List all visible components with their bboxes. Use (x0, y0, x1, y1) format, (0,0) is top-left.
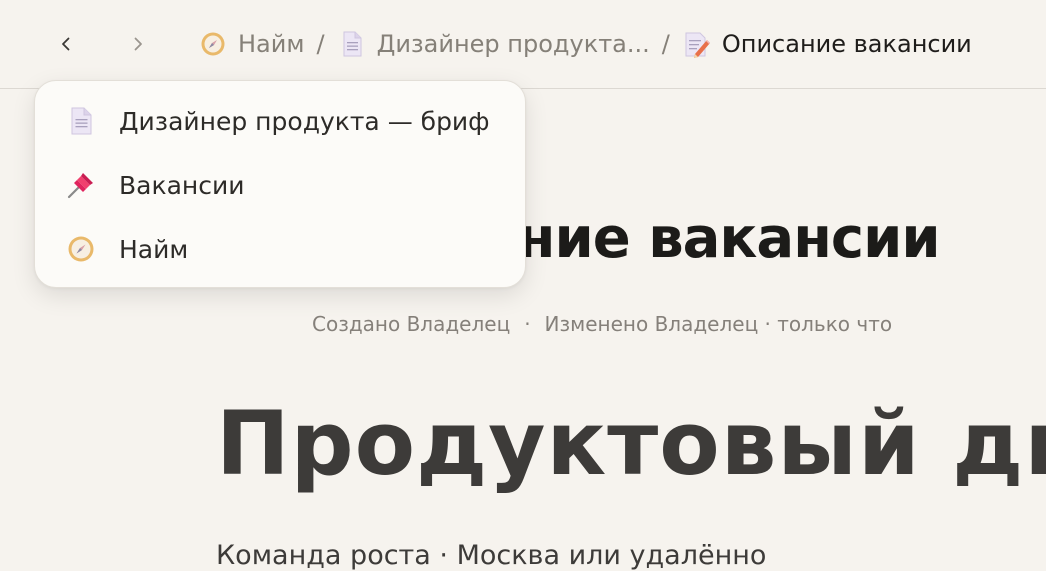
breadcrumb-separator: / (661, 30, 670, 58)
dropdown-item-hiring[interactable]: Найм (65, 229, 188, 269)
breadcrumb-dropdown-menu: Дизайнер продукта — бриф Вакансии Найм (34, 80, 526, 288)
meta-separator: · (524, 312, 531, 336)
top-bar: Найм / Дизайнер продукта... / Описание в… (0, 0, 1046, 89)
back-button[interactable] (48, 26, 84, 62)
meta-created: Создано Владелец (312, 312, 511, 336)
breadcrumb-separator: / (316, 30, 325, 58)
breadcrumb-item-hiring[interactable]: Найм (198, 29, 304, 59)
meta-modified: Изменено Владелец · только что (544, 312, 893, 336)
dropdown-item-label: Найм (119, 234, 189, 264)
dropdown-item-designer-brief[interactable]: Дизайнер продукта — бриф (65, 101, 490, 141)
chevron-left-icon (62, 37, 70, 51)
document-icon (337, 29, 367, 59)
breadcrumb-label: Найм (238, 30, 305, 58)
page-meta: Создано Владелец · Изменено Владелец · тол… (312, 312, 892, 336)
page-title: ание вакансии (480, 206, 941, 271)
memo-icon (682, 29, 712, 59)
hero-subline: Команда роста · Москва или удалённо (216, 540, 767, 571)
chevron-right-icon (134, 37, 142, 51)
pushpin-icon (65, 169, 97, 201)
breadcrumb-item-designer[interactable]: Дизайнер продукта... (337, 29, 650, 59)
breadcrumb-item-current[interactable]: Описание вакансии (682, 29, 972, 59)
dropdown-item-label: Дизайнер продукта — бриф (119, 106, 490, 136)
breadcrumb-label: Описание вакансии (721, 30, 972, 58)
dropdown-item-label: Вакансии (119, 170, 245, 200)
dropdown-item-vacancies[interactable]: Вакансии (65, 165, 244, 205)
compass-icon (65, 233, 97, 265)
hero-heading: Продуктовый ди (216, 392, 1046, 495)
compass-icon (198, 29, 228, 59)
breadcrumb: Найм / Дизайнер продукта... / Описание в… (198, 26, 972, 62)
forward-button[interactable] (120, 26, 156, 62)
breadcrumb-label: Дизайнер продукта... (376, 30, 650, 58)
document-icon (65, 105, 97, 137)
